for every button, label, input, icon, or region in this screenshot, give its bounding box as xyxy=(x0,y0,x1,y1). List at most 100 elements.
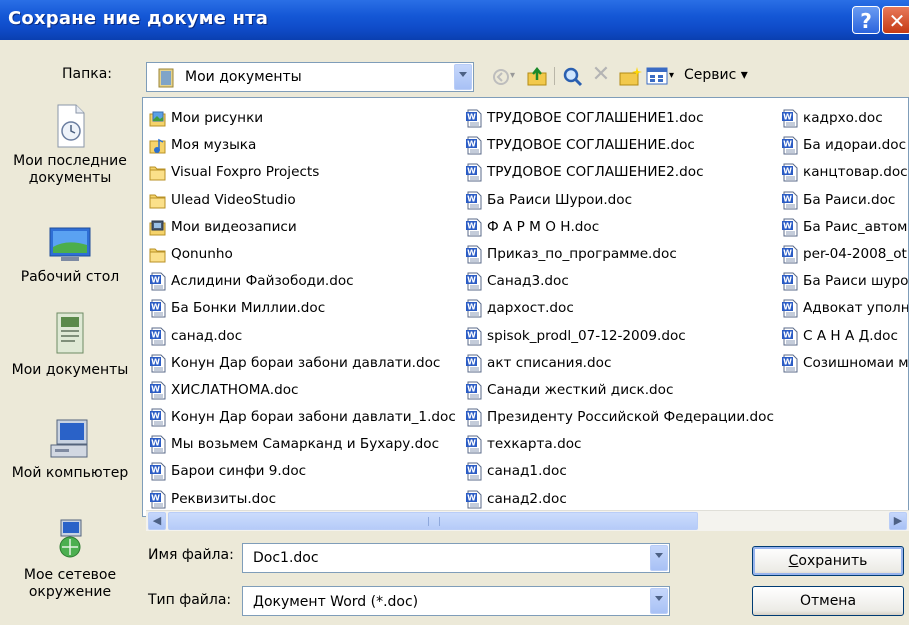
file-item[interactable]: Wсанад1.doc xyxy=(465,458,775,485)
file-item[interactable]: Мои рисунки xyxy=(149,105,461,132)
file-item[interactable]: W Аслидини Файзободи.doc xyxy=(149,268,461,295)
cancel-button[interactable]: Отмена xyxy=(752,586,904,616)
file-item[interactable]: W Реквизиты.doc xyxy=(149,486,461,513)
file-item[interactable]: W Приказ_по_программе.doc xyxy=(465,241,775,268)
file-item[interactable]: Wканцтовар.doc xyxy=(781,159,908,186)
folder-select[interactable]: Мои документы xyxy=(146,62,474,92)
file-item[interactable]: W Ба идораи.doc xyxy=(781,132,908,159)
folder-label: Папка: xyxy=(62,66,113,82)
word-doc-icon: W xyxy=(150,381,166,400)
file-item[interactable]: W Созишномаи ме xyxy=(781,350,908,377)
file-name: Qonunho xyxy=(171,245,233,262)
file-item[interactable]: W Конун Дар бораи забони давлати_1.doc xyxy=(149,404,461,431)
file-item[interactable]: W ХИСЛАТНОМА.doc xyxy=(149,377,461,404)
filetype-dropdown-arrow[interactable] xyxy=(650,588,668,614)
place-desktop[interactable]: Рабочий стол xyxy=(0,225,140,286)
place-network[interactable]: Мое сетевое окружение xyxy=(0,517,140,601)
file-item[interactable]: Wтехкарта.doc xyxy=(465,431,775,458)
file-item[interactable]: W Барои синфи 9.doc xyxy=(149,458,461,485)
back-dropdown-icon[interactable]: ▾ xyxy=(510,62,515,90)
file-item[interactable]: W Ба Бонки Миллии.doc xyxy=(149,295,461,322)
file-item[interactable]: W Ба Раиси.doc xyxy=(781,187,908,214)
delete-icon[interactable]: ✕ xyxy=(590,61,612,89)
pictures-folder-icon xyxy=(149,111,166,127)
word-doc-icon: W xyxy=(782,299,798,318)
folder-value: Мои документы xyxy=(185,69,302,85)
place-recent[interactable]: Мои последние документы xyxy=(0,103,140,187)
file-item[interactable]: Wper-04-2008_ot xyxy=(781,241,908,268)
file-item[interactable]: Wсанад2.doc xyxy=(465,486,775,513)
views-icon[interactable] xyxy=(646,67,668,85)
file-name: Президенту Российской Федерации.doc xyxy=(487,409,774,426)
file-item[interactable]: W Санад3.doc xyxy=(465,268,775,295)
word-doc-icon: W xyxy=(466,136,482,155)
file-item[interactable]: W Мы возьмем Самарканд и Бухару.doc xyxy=(149,431,461,458)
file-name: Санад3.doc xyxy=(487,273,569,290)
file-name: ТРУДОВОЕ СОГЛАШЕНИЕ1.doc xyxy=(487,110,704,126)
folder-dropdown-arrow[interactable] xyxy=(454,64,472,90)
svg-text:W: W xyxy=(151,493,160,502)
file-item[interactable]: W ТРУДОВОЕ СОГЛАШЕНИЕ2.doc xyxy=(465,159,775,186)
file-list[interactable]: Мои рисунки Моя музыка Visual Foxpro Proje… xyxy=(142,97,909,517)
up-folder-icon[interactable] xyxy=(526,66,548,86)
file-name: Ба Раиси.doc xyxy=(803,191,896,208)
save-button[interactable]: Сохранить xyxy=(752,546,904,576)
word-doc-icon: W xyxy=(782,272,798,291)
file-item[interactable]: Моя музыка xyxy=(149,132,461,159)
file-name: Мы возьмем Самарканд и Бухару.doc xyxy=(171,436,440,453)
file-item[interactable]: W Ба Раис_автом xyxy=(781,214,908,241)
file-item[interactable]: W Ф А Р М О Н.doc xyxy=(465,214,775,241)
svg-text:W: W xyxy=(783,357,792,366)
word-doc-icon: W xyxy=(150,435,166,454)
save-label: охранить xyxy=(798,553,868,569)
filename-input[interactable]: Doc1.doc xyxy=(242,543,670,573)
word-doc-icon: W xyxy=(782,136,798,155)
help-button[interactable]: ? xyxy=(852,6,880,34)
word-doc-icon: W xyxy=(782,245,798,264)
file-item[interactable]: Мои видеозаписи xyxy=(149,214,461,241)
file-item[interactable]: Ulead VideoStudio xyxy=(149,187,461,214)
filename-value[interactable]: Doc1.doc xyxy=(253,544,319,572)
word-doc-icon: W xyxy=(466,272,482,291)
file-item[interactable]: Wсанад.doc xyxy=(149,323,461,350)
place-desktop-label: Рабочий стол xyxy=(20,269,120,285)
file-item[interactable]: Visual Foxpro Projects xyxy=(149,159,461,186)
word-doc-icon: W xyxy=(150,490,166,509)
horizontal-scrollbar[interactable]: ◀ ▶ xyxy=(146,510,909,531)
scroll-right-button[interactable]: ▶ xyxy=(889,512,907,530)
svg-text:W: W xyxy=(467,194,476,203)
service-menu[interactable]: Сервис ▾ xyxy=(684,67,748,83)
file-name: Приказ_по_программе.doc xyxy=(487,245,677,262)
file-item[interactable]: Qonunho xyxy=(149,241,461,268)
file-item[interactable]: W ТРУДОВОЕ СОГЛАШЕНИЕ.doc xyxy=(465,132,775,159)
title-bar[interactable]: Сохране ние докуме нта ? ✕ xyxy=(0,0,909,40)
file-item[interactable]: Wspisok_prodl_07-12-2009.doc xyxy=(465,323,775,350)
file-item[interactable]: W Санади жесткий диск.doc xyxy=(465,377,775,404)
file-name: санад1.doc xyxy=(487,463,567,480)
svg-text:W: W xyxy=(783,113,792,122)
place-mydocs[interactable]: Мои документы xyxy=(0,310,140,379)
file-item[interactable]: W ТРУДОВОЕ СОГЛАШЕНИЕ1.doc xyxy=(465,105,775,132)
views-dropdown-icon[interactable]: ▾ xyxy=(669,62,674,90)
close-button[interactable]: ✕ xyxy=(882,6,909,34)
file-item[interactable]: Wкадрхо.doc xyxy=(781,105,908,132)
file-name: ХИСЛАТНОМА.doc xyxy=(171,381,299,398)
filename-dropdown-arrow[interactable] xyxy=(650,545,668,571)
file-item[interactable]: W Ба Раиси Шурои.doc xyxy=(465,187,775,214)
file-item[interactable]: W Ба Раиси шуро xyxy=(781,268,908,295)
file-name: Ба идораи.doc xyxy=(803,137,907,154)
file-item[interactable]: W С А Н А Д.doc xyxy=(781,323,908,350)
filetype-select[interactable]: Документ Word (*.doc) xyxy=(242,586,670,616)
scroll-left-button[interactable]: ◀ xyxy=(148,512,166,530)
file-item[interactable]: Wдархост.doc xyxy=(465,295,775,322)
back-icon[interactable] xyxy=(492,68,510,86)
file-item[interactable]: W Адвокат уполн xyxy=(781,295,908,322)
file-name: Мои рисунки xyxy=(171,110,264,126)
place-mycomputer[interactable]: Мой компьютер xyxy=(0,417,140,482)
file-item[interactable]: W Конун Дар бораи забони давлати.doc xyxy=(149,350,461,377)
file-item[interactable]: Wакт списания.doc xyxy=(465,350,775,377)
scroll-thumb[interactable] xyxy=(168,512,698,530)
new-folder-icon[interactable] xyxy=(618,66,642,86)
search-web-icon[interactable] xyxy=(562,66,584,88)
file-item[interactable]: W Президенту Российской Федерации.doc xyxy=(465,404,775,431)
